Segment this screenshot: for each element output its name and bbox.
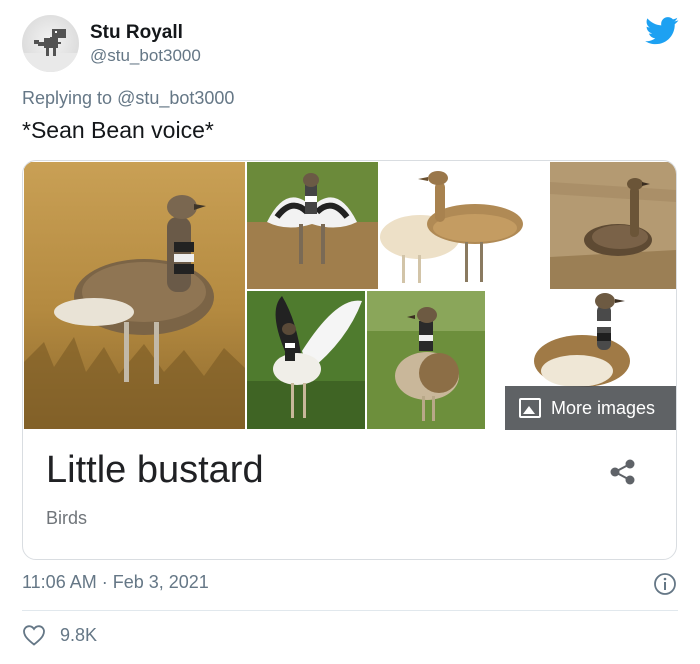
bustard-photo-wings[interactable] <box>247 291 365 429</box>
author-handle[interactable]: @stu_bot3000 <box>90 46 201 66</box>
like-action[interactable]: 9.8K <box>22 624 97 646</box>
bustard-photo-large[interactable] <box>24 162 245 429</box>
reply-mention[interactable]: @stu_bot3000 <box>117 88 234 108</box>
divider <box>22 610 678 611</box>
card-title[interactable]: Little bustard <box>46 449 264 492</box>
reply-context: Replying to @stu_bot3000 <box>22 88 234 109</box>
knowledge-card[interactable]: More images Little bustard Birds <box>22 160 677 560</box>
dinosaur-avatar-icon <box>22 29 79 72</box>
heart-icon[interactable] <box>22 624 46 646</box>
more-images-label: More images <box>551 397 656 418</box>
image-icon <box>519 398 541 418</box>
tweet-text: *Sean Bean voice* <box>22 117 214 143</box>
bustard-photo-meadow[interactable] <box>367 291 485 429</box>
more-images-button[interactable]: More images <box>505 386 676 430</box>
like-count: 9.8K <box>60 624 98 645</box>
bustard-photo-display[interactable] <box>247 162 378 289</box>
tweet: Stu Royall @stu_bot3000 Replying to @stu… <box>0 0 700 664</box>
twitter-bird-icon[interactable] <box>645 17 679 45</box>
share-icon[interactable] <box>608 457 638 487</box>
author-name[interactable]: Stu Royall <box>90 22 183 44</box>
info-icon[interactable] <box>653 572 677 596</box>
reply-prefix: Replying to <box>22 88 113 108</box>
bustard-photo-grass[interactable] <box>550 162 676 289</box>
image-grid: More images <box>24 162 676 430</box>
card-subtitle: Birds <box>46 508 88 528</box>
bustard-illustration[interactable] <box>380 162 548 289</box>
avatar[interactable] <box>22 15 79 72</box>
tweet-timestamp[interactable]: 11:06 AM · Feb 3, 2021 <box>22 572 209 593</box>
